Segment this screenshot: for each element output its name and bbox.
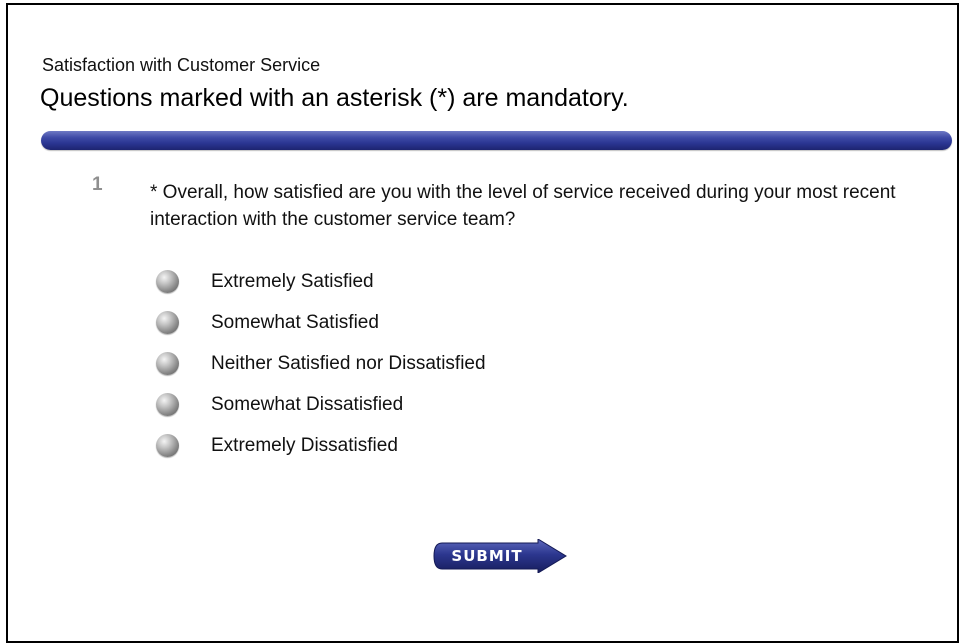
radio-button[interactable] (156, 352, 179, 375)
option-somewhat-satisfied[interactable]: Somewhat Satisfied (156, 302, 486, 343)
option-label: Somewhat Satisfied (211, 311, 379, 333)
answer-options: Extremely Satisfied Somewhat Satisfied N… (156, 261, 486, 466)
submit-label: SUBMIT (451, 547, 523, 565)
radio-button[interactable] (156, 434, 179, 457)
option-extremely-satisfied[interactable]: Extremely Satisfied (156, 261, 486, 302)
survey-title: Satisfaction with Customer Service (42, 55, 321, 75)
radio-button[interactable] (156, 311, 179, 334)
question-text: * Overall, how satisfied are you with th… (150, 182, 896, 230)
mandatory-note: Questions marked with an asterisk (*) ar… (40, 84, 629, 112)
option-label: Neither Satisfied nor Dissatisfied (211, 352, 486, 374)
question-number: 1 (92, 174, 103, 195)
option-label: Somewhat Dissatisfied (211, 393, 404, 415)
option-extremely-dissatisfied[interactable]: Extremely Dissatisfied (156, 425, 486, 466)
header-divider-bar (41, 131, 952, 150)
option-somewhat-dissatisfied[interactable]: Somewhat Dissatisfied (156, 384, 486, 425)
survey-frame: Satisfaction with Customer Service Quest… (6, 3, 959, 643)
radio-button[interactable] (156, 270, 179, 293)
submit-button[interactable]: SUBMIT (432, 539, 568, 573)
option-neither[interactable]: Neither Satisfied nor Dissatisfied (156, 343, 486, 384)
option-label: Extremely Satisfied (211, 270, 374, 292)
option-label: Extremely Dissatisfied (211, 434, 398, 456)
radio-button[interactable] (156, 393, 179, 416)
